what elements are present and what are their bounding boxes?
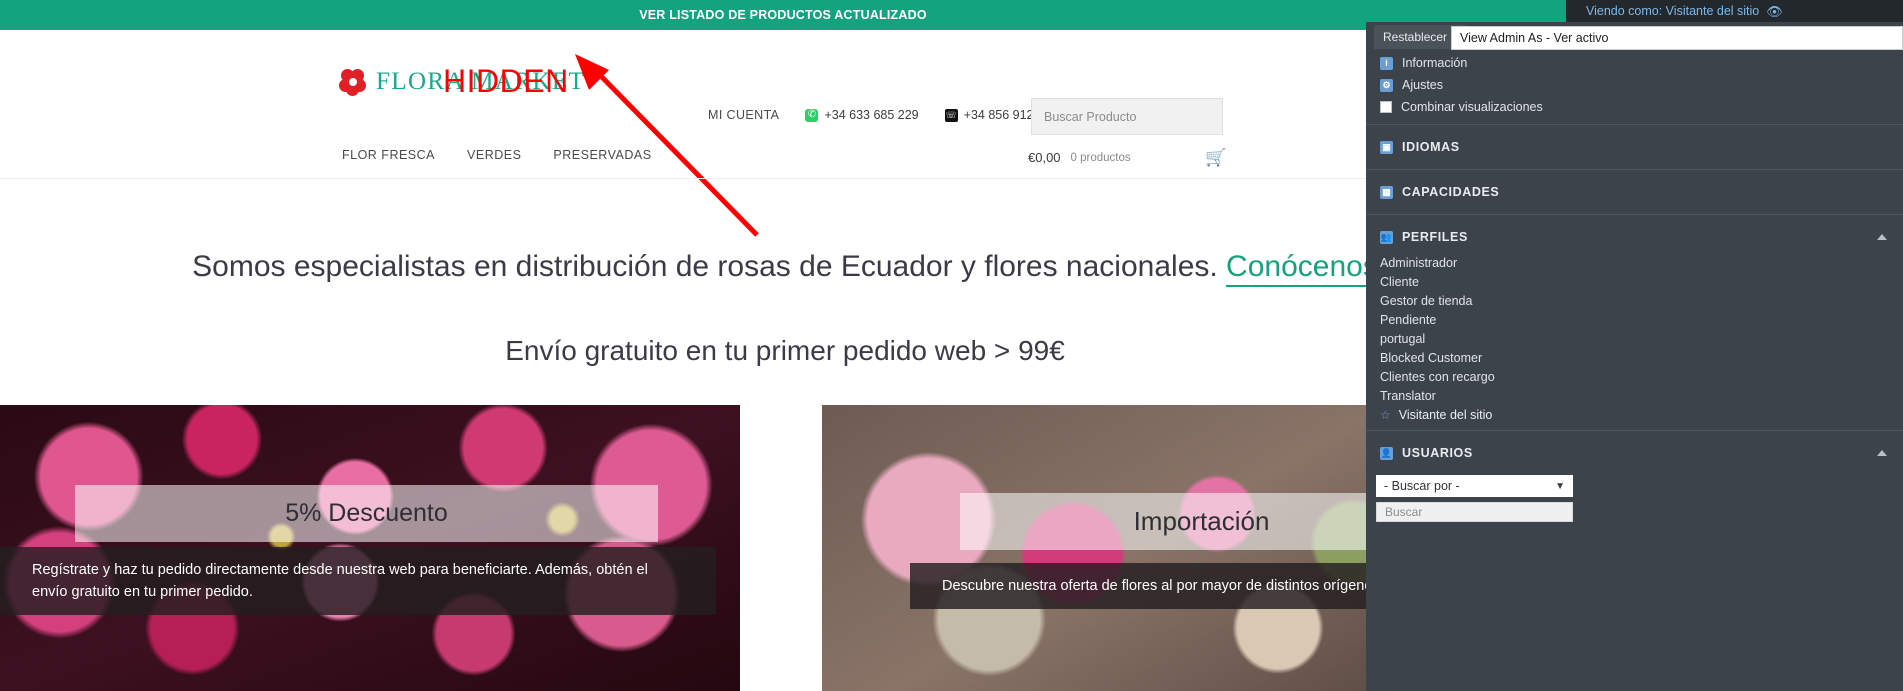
section-title: CAPACIDADES [1402, 185, 1500, 199]
user-search-placeholder: Buscar [1385, 505, 1423, 519]
profile-role-pendiente[interactable]: Pendiente [1366, 310, 1903, 329]
profile-role-administrador[interactable]: Administrador [1366, 253, 1903, 272]
profile-role-portugal[interactable]: portugal [1366, 329, 1903, 348]
sidebar-item-label: Ajustes [1402, 78, 1443, 92]
profile-role-blocked-customer[interactable]: Blocked Customer [1366, 348, 1903, 367]
nav-item-verdes[interactable]: VERDES [467, 148, 521, 162]
whatsapp-phone-number: +34 633 685 229 [824, 108, 919, 122]
chevron-up-icon[interactable] [1877, 234, 1887, 240]
chevron-up-icon[interactable] [1877, 450, 1887, 456]
divider [1366, 124, 1903, 125]
tooltip-view-admin-as: View Admin As - Ver activo [1451, 26, 1903, 50]
sidebar-section-idiomas[interactable]: ▣ IDIOMAS [1366, 131, 1903, 163]
sidebar-item-label: Información [1402, 56, 1468, 70]
sidebar-item-informacion[interactable]: i Información [1366, 52, 1903, 74]
cart-total: €0,00 [1028, 150, 1061, 165]
promo-caption: Regístrate y haz tu pedido directamente … [0, 547, 716, 616]
person-icon: ☆ [1380, 407, 1391, 422]
languages-icon: ▣ [1380, 140, 1393, 154]
product-search-input[interactable]: Buscar Producto [1031, 98, 1223, 135]
nav-links: FLOR FRESCA VERDES PRESERVADAS [342, 148, 652, 162]
user-icon: 👤 [1380, 446, 1393, 460]
profile-role-label: Visitante del sitio [1398, 407, 1493, 422]
hidden-annotation-label: HIDDEN [443, 63, 569, 99]
section-title: USUARIOS [1402, 446, 1473, 460]
cart-summary[interactable]: €0,00 0 productos [1028, 150, 1131, 165]
cart-item-count: 0 productos [1070, 151, 1131, 164]
user-search-by-select[interactable]: - Buscar por - ▼ [1376, 475, 1573, 497]
whatsapp-icon: ✆ [805, 108, 819, 122]
reset-row: Restablecer a View Admin As - Ver activo [1366, 22, 1903, 52]
profile-role-clientes-con-recargo[interactable]: Clientes con recargo [1366, 367, 1903, 386]
admin-bar-viewing-as[interactable]: Viendo como: Visitante del sitio 👁 [1566, 0, 1903, 22]
profile-role-gestor-de-tienda[interactable]: Gestor de tienda [1366, 291, 1903, 310]
section-title: PERFILES [1402, 230, 1468, 244]
user-search-by-value: - Buscar por - [1384, 479, 1460, 493]
chevron-down-icon: ▼ [1555, 480, 1565, 492]
settings-icon: ⚙ [1380, 78, 1393, 92]
whatsapp-phone[interactable]: ✆ +34 633 685 229 [805, 108, 919, 122]
profile-role-translator[interactable]: Translator [1366, 386, 1903, 405]
sidebar-section-perfiles[interactable]: 👥 PERFILES [1366, 221, 1903, 253]
shopping-basket-icon[interactable]: 🛒 [1205, 148, 1226, 168]
promo-title: 5% Descuento [75, 485, 658, 542]
profiles-icon: 👥 [1380, 230, 1393, 244]
capabilities-icon: ▦ [1380, 185, 1393, 199]
announcement-text[interactable]: VER LISTADO DE PRODUCTOS ACTUALIZADO [0, 0, 1566, 30]
user-search-input[interactable]: Buscar [1376, 502, 1573, 522]
divider [1366, 214, 1903, 215]
header-contact-row: MI CUENTA ✆ +34 633 685 229 ☏ +34 856 91… [708, 108, 1058, 122]
my-account-link[interactable]: MI CUENTA [708, 108, 779, 122]
profile-role-cliente[interactable]: Cliente [1366, 272, 1903, 291]
sidebar-item-combinar-visualizaciones[interactable]: Combinar visualizaciones [1366, 96, 1903, 118]
hero-subheadline: Envío gratuito en tu primer pedido web >… [505, 335, 1065, 366]
sidebar-item-label: Combinar visualizaciones [1401, 100, 1543, 114]
nav-item-preservadas[interactable]: PRESERVADAS [553, 148, 651, 162]
hero-headline-text: Somos especialistas en distribución de r… [192, 250, 1227, 283]
viewing-as-label: Viendo como: Visitante del sitio [1586, 4, 1760, 18]
divider [1366, 430, 1903, 431]
hero-link-conocenos[interactable]: Conócenos [1226, 250, 1378, 287]
info-icon: i [1380, 56, 1393, 70]
promo-banner-discount[interactable]: 5% Descuento Regístrate y haz tu pedido … [0, 405, 740, 691]
hero-headline: Somos especialistas en distribución de r… [0, 250, 1570, 287]
nav-item-flor-fresca[interactable]: FLOR FRESCA [342, 148, 435, 162]
flower-logo-icon [336, 66, 369, 96]
divider [1366, 169, 1903, 170]
view-admin-as-panel: Restablecer a View Admin As - Ver activo… [1366, 22, 1903, 691]
product-search-placeholder: Buscar Producto [1044, 109, 1137, 124]
sidebar-item-ajustes[interactable]: ⚙ Ajustes [1366, 74, 1903, 96]
sidebar-section-capacidades[interactable]: ▦ CAPACIDADES [1366, 176, 1903, 208]
phone-icon: ☏ [944, 108, 958, 122]
profile-role-visitante-del-sitio[interactable]: ☆ Visitante del sitio [1366, 405, 1903, 424]
sidebar-section-usuarios[interactable]: 👤 USUARIOS [1366, 437, 1903, 469]
section-title: IDIOMAS [1402, 140, 1460, 154]
eye-icon[interactable]: 👁 [1766, 5, 1783, 18]
checkbox-icon[interactable] [1380, 101, 1392, 113]
